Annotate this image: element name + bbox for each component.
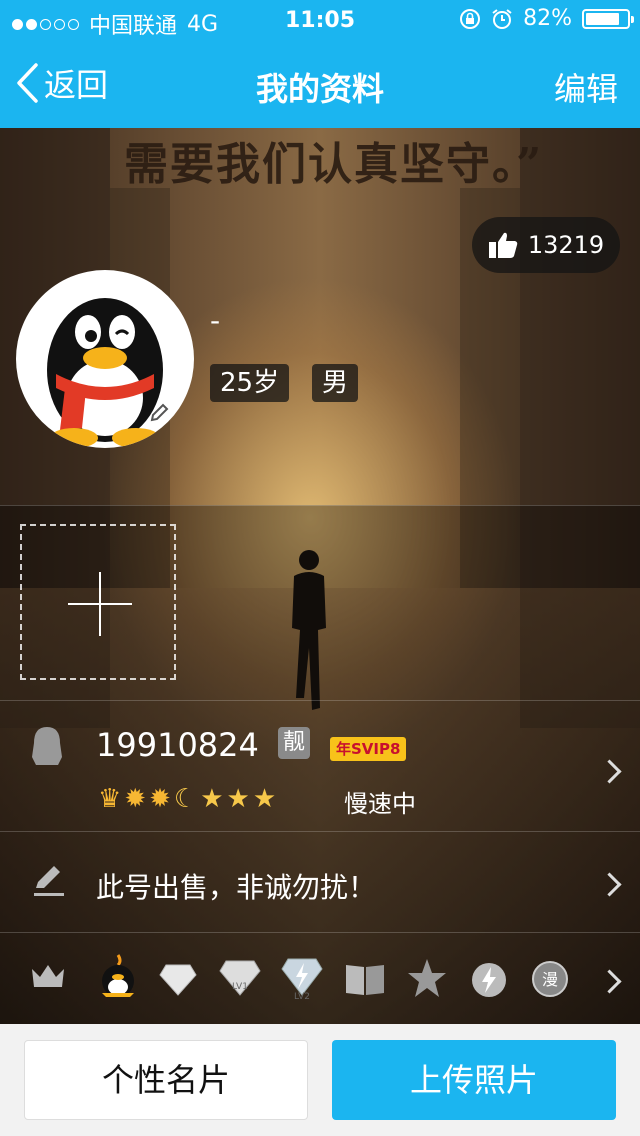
likes-count: 13219 bbox=[527, 231, 605, 259]
sun-icon: ✹ bbox=[124, 784, 147, 814]
star-icon: ★ bbox=[226, 784, 250, 814]
upload-photo-button[interactable]: 上传照片 bbox=[332, 1040, 616, 1120]
crown-outline-icon bbox=[32, 965, 64, 987]
status-bar: 中国联通 4G 11:05 82% bbox=[0, 0, 640, 40]
cover-quote-text: 需要我们认真坚守。” bbox=[124, 139, 544, 190]
page-title: 我的资料 bbox=[255, 70, 384, 108]
alarm-icon bbox=[492, 8, 512, 29]
lightning-lv2-icon: LV2 bbox=[281, 958, 323, 1001]
sun-icon: ✹ bbox=[149, 784, 171, 814]
star-icon: ★ bbox=[200, 784, 224, 814]
thumbs-up-icon bbox=[488, 232, 518, 258]
battery-percent: 82% bbox=[523, 6, 572, 31]
svg-text:LV1: LV1 bbox=[232, 982, 248, 992]
book-icon bbox=[346, 965, 384, 995]
age-tag: 25岁 bbox=[210, 364, 290, 402]
chevron-right-icon bbox=[597, 969, 622, 994]
privileges-row[interactable]: LV1 LV2 漫 bbox=[0, 933, 640, 1023]
qq-number: 19910824 bbox=[96, 726, 259, 764]
status-right: 82% bbox=[459, 6, 634, 31]
gender-tag: 男 bbox=[312, 364, 359, 402]
pen-icon bbox=[34, 866, 64, 896]
moon-icon: ☾ bbox=[173, 784, 198, 814]
likes-button[interactable]: 13219 bbox=[472, 217, 620, 273]
svg-text:LV2: LV2 bbox=[294, 992, 310, 1001]
account-row[interactable] bbox=[0, 701, 640, 831]
manga-bubble-icon: 漫 bbox=[532, 961, 568, 997]
penguin-outline-icon bbox=[32, 727, 62, 765]
star-badge-icon bbox=[408, 959, 446, 997]
rotation-lock-icon bbox=[460, 8, 481, 29]
liang-badge: 靓 bbox=[278, 727, 310, 759]
divider bbox=[0, 505, 640, 506]
battery-icon bbox=[582, 8, 634, 29]
nav-bar: 返回 我的资料 编辑 bbox=[0, 40, 640, 128]
diamond-lv1-icon: LV1 bbox=[219, 960, 261, 996]
svip-badge: 年SVIP8 bbox=[330, 737, 407, 761]
personal-card-button[interactable]: 个性名片 bbox=[24, 1040, 308, 1120]
edit-button[interactable]: 编辑 bbox=[554, 64, 618, 110]
add-photo-button[interactable] bbox=[20, 524, 176, 680]
level-speed-status: 慢速中 bbox=[344, 790, 416, 818]
chevron-right-icon bbox=[597, 759, 622, 784]
crown-icon: ♛ bbox=[98, 784, 122, 814]
pencil-edit-icon[interactable] bbox=[148, 402, 170, 424]
svg-text:漫: 漫 bbox=[542, 970, 558, 989]
star-icon: ★ bbox=[252, 784, 277, 814]
bottom-action-bar: 个性名片 上传照片 bbox=[0, 1024, 640, 1136]
qq-level-icons: ♛ ✹ ✹ ☾ ★ ★ ★ bbox=[98, 784, 276, 814]
nickname: - bbox=[210, 304, 221, 337]
diamond-icon bbox=[159, 964, 197, 996]
signature-text: 此号出售，非诚勿扰！ bbox=[96, 871, 377, 904]
qq-member-penguin-icon bbox=[102, 954, 134, 997]
chevron-right-icon bbox=[597, 872, 622, 897]
speed-lightning-icon bbox=[472, 963, 506, 997]
